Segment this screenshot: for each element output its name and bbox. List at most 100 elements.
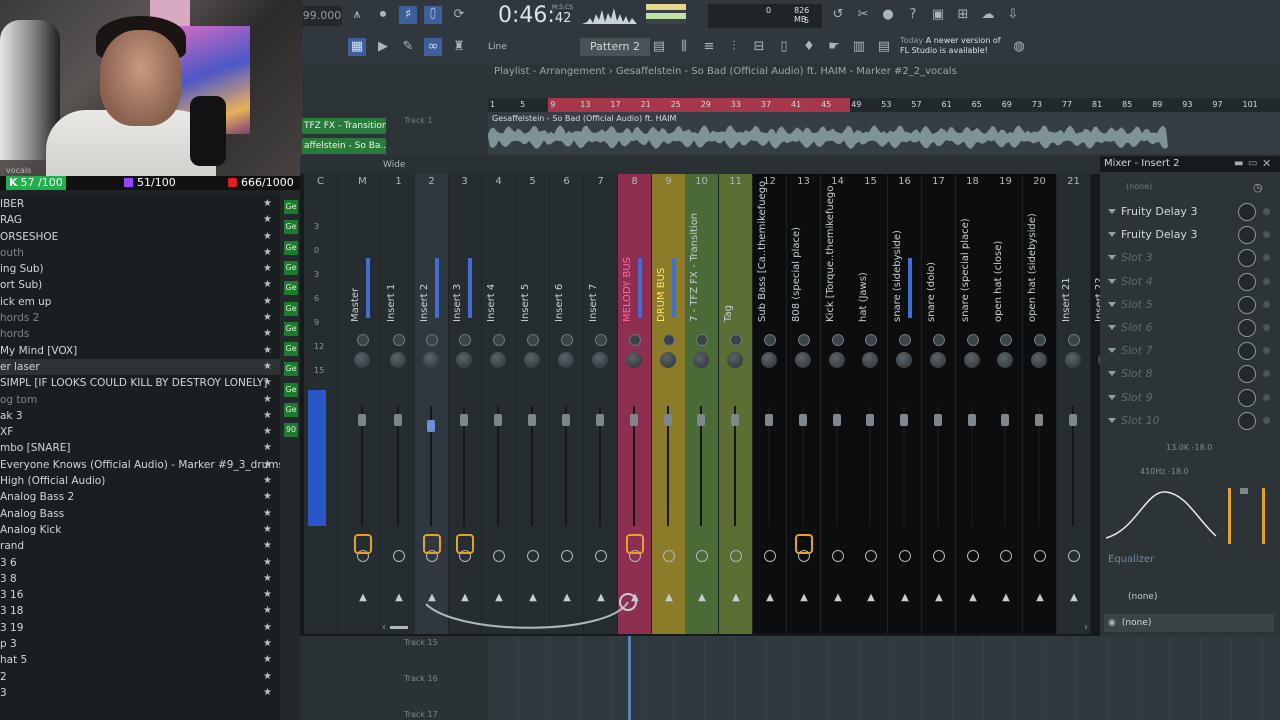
lock-icon[interactable] bbox=[626, 534, 644, 554]
mixer-strip[interactable]: 17 snare (dolo) ▲ bbox=[922, 174, 956, 634]
equalizer-graph[interactable]: 13.0K -18.0 410Hz -18.0 bbox=[1106, 440, 1226, 540]
pan-knob[interactable] bbox=[764, 334, 776, 346]
dropdown-icon[interactable] bbox=[1108, 255, 1116, 261]
fx-enable-icon[interactable] bbox=[663, 550, 675, 562]
star-icon[interactable]: ★ bbox=[263, 603, 272, 619]
send-arrow-icon[interactable]: ▲ bbox=[864, 592, 878, 603]
effect-slot[interactable]: Slot 8 bbox=[1106, 364, 1274, 384]
mixer-strip[interactable]: 21 Insert 21 ▲ bbox=[1057, 174, 1091, 634]
volume-fader[interactable] bbox=[562, 414, 570, 426]
channel-badge[interactable]: Ge bbox=[284, 342, 298, 357]
stamp-icon[interactable]: ♜ bbox=[450, 38, 468, 56]
volume-fader[interactable] bbox=[1069, 414, 1077, 426]
volume-knob[interactable] bbox=[896, 352, 912, 368]
effect-slot[interactable]: Slot 5 bbox=[1106, 295, 1274, 315]
volume-knob[interactable] bbox=[592, 352, 608, 368]
plugin-icon[interactable]: ⊞ bbox=[954, 6, 972, 24]
star-icon[interactable]: ★ bbox=[263, 277, 272, 293]
pan-knob[interactable] bbox=[832, 334, 844, 346]
channel-badge[interactable]: Ge bbox=[284, 362, 298, 377]
tempo-display[interactable]: 99.000 bbox=[302, 6, 342, 26]
volume-knob[interactable] bbox=[930, 352, 946, 368]
mixer-strip[interactable]: 19 open hat (close) ▲ bbox=[989, 174, 1023, 634]
touch-icon[interactable]: ☛ bbox=[825, 38, 843, 56]
star-icon[interactable]: ★ bbox=[263, 294, 272, 310]
clock-icon[interactable]: ◷ bbox=[1253, 181, 1263, 194]
volume-fader[interactable] bbox=[394, 414, 402, 426]
volume-fader[interactable] bbox=[900, 414, 908, 426]
volume-fader[interactable] bbox=[731, 414, 739, 426]
pan-knob[interactable] bbox=[865, 334, 877, 346]
browser-item[interactable]: Analog Bass 2 ★ bbox=[0, 489, 280, 505]
slot-enable-icon[interactable] bbox=[1263, 347, 1270, 355]
link-icon[interactable]: ∞ bbox=[424, 38, 442, 56]
volume-knob[interactable] bbox=[456, 352, 472, 368]
effect-slot[interactable]: Slot 6 bbox=[1106, 318, 1274, 338]
fx-enable-icon[interactable] bbox=[393, 550, 405, 562]
volume-fader[interactable] bbox=[528, 414, 536, 426]
fx-enable-icon[interactable] bbox=[933, 550, 945, 562]
pan-knob[interactable] bbox=[967, 334, 979, 346]
fx-enable-icon[interactable] bbox=[493, 550, 505, 562]
channel-badge[interactable]: Ge bbox=[284, 240, 298, 255]
loop-region[interactable] bbox=[548, 98, 850, 112]
volume-knob[interactable] bbox=[727, 352, 743, 368]
mix-knob[interactable] bbox=[1238, 319, 1256, 337]
channel-badge[interactable]: Ge bbox=[284, 403, 298, 417]
volume-knob[interactable] bbox=[997, 352, 1013, 368]
star-icon[interactable]: ★ bbox=[263, 571, 272, 587]
star-icon[interactable]: ★ bbox=[263, 392, 272, 408]
star-icon[interactable]: ★ bbox=[263, 245, 272, 261]
browser-item[interactable]: 3 16 ★ bbox=[0, 587, 280, 603]
browser-item[interactable] bbox=[0, 701, 280, 717]
volume-fader[interactable] bbox=[968, 414, 976, 426]
star-icon[interactable]: ★ bbox=[263, 375, 272, 391]
volume-fader[interactable] bbox=[494, 414, 502, 426]
pattern-select[interactable]: Pattern 2 bbox=[580, 38, 650, 56]
loop-record-icon[interactable]: ⟳ bbox=[450, 6, 468, 24]
dropdown-icon[interactable] bbox=[1108, 348, 1116, 354]
fx-enable-icon[interactable] bbox=[764, 550, 776, 562]
lock-icon[interactable] bbox=[354, 534, 372, 554]
star-icon[interactable]: ★ bbox=[263, 636, 272, 652]
slot-enable-icon[interactable] bbox=[1263, 370, 1270, 378]
fx-enable-icon[interactable] bbox=[696, 550, 708, 562]
volume-knob[interactable] bbox=[558, 352, 574, 368]
fx-enable-icon[interactable] bbox=[1068, 550, 1080, 562]
effect-slot[interactable]: Slot 7 bbox=[1106, 341, 1274, 361]
browser-item[interactable]: 3 19 ★ bbox=[0, 620, 280, 636]
browser-item[interactable]: RAG ★ bbox=[0, 212, 280, 228]
send-arrow-icon[interactable]: ▲ bbox=[356, 592, 370, 603]
browser-item[interactable]: hords 2 ★ bbox=[0, 310, 280, 326]
mixer-strip[interactable]: 9 DRUM BUS ▲ bbox=[652, 174, 686, 634]
maximize-icon[interactable]: ▭ bbox=[1248, 158, 1257, 169]
effect-slot[interactable]: Slot 9 bbox=[1106, 388, 1274, 408]
mix-knob[interactable] bbox=[1238, 295, 1256, 314]
star-icon[interactable]: ★ bbox=[263, 538, 272, 554]
mix-knob[interactable] bbox=[1238, 342, 1256, 361]
star-icon[interactable]: ★ bbox=[263, 669, 272, 685]
play-icon[interactable]: ▶ bbox=[374, 38, 392, 56]
volume-fader[interactable] bbox=[833, 414, 841, 426]
fx-enable-icon[interactable] bbox=[1000, 550, 1012, 562]
browser-item[interactable]: My Mind [VOX] ★ bbox=[0, 343, 280, 359]
send-arrow-icon[interactable]: ▲ bbox=[898, 592, 912, 603]
browser-item[interactable]: rand ★ bbox=[0, 538, 280, 554]
channel-badge[interactable]: Ge bbox=[284, 321, 298, 336]
volume-fader[interactable] bbox=[697, 414, 705, 426]
effect-slot[interactable]: Fruity Delay 3 bbox=[1106, 225, 1274, 245]
send-arrow-icon[interactable]: ▲ bbox=[729, 592, 743, 603]
lock-icon[interactable] bbox=[423, 534, 441, 554]
chat-icon[interactable]: ☁ bbox=[979, 6, 997, 24]
playlist-grid[interactable] bbox=[488, 636, 1280, 720]
mix-knob[interactable] bbox=[1238, 411, 1256, 430]
star-icon[interactable]: ★ bbox=[263, 359, 272, 375]
mix-knob[interactable] bbox=[1238, 249, 1256, 268]
browser-item[interactable]: 2 ★ bbox=[0, 669, 280, 685]
mix-knob[interactable] bbox=[1238, 388, 1256, 407]
mixer-strip[interactable]: 10 7 - TFZ FX - Transition ▲ bbox=[685, 174, 719, 634]
browser-item[interactable]: SIMPL [IF LOOKS COULD KILL BY DESTROY LO… bbox=[0, 375, 280, 391]
pan-knob[interactable] bbox=[493, 334, 505, 346]
star-icon[interactable]: ★ bbox=[263, 408, 272, 424]
star-icon[interactable]: ★ bbox=[263, 473, 272, 489]
